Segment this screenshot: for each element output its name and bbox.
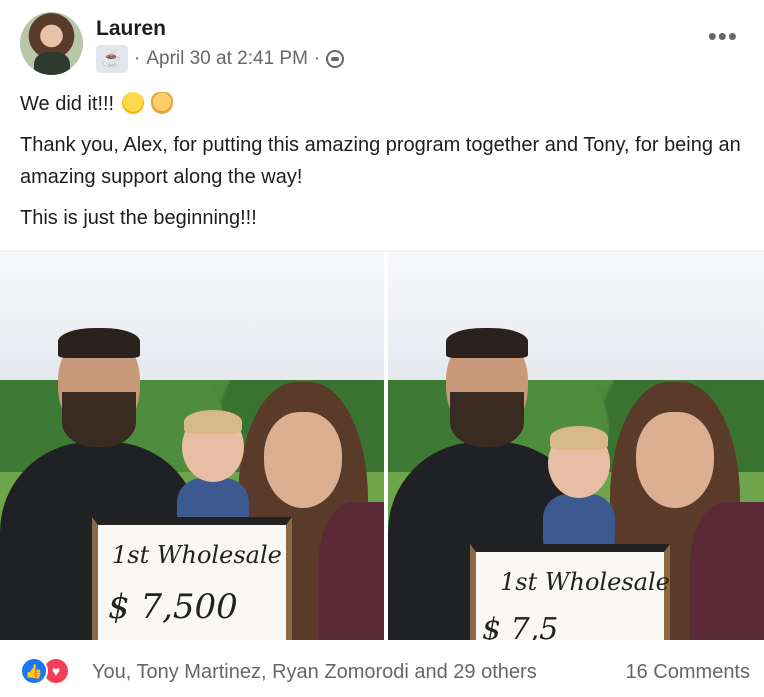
photo-right[interactable]: 1st Wholesale $ 7,5	[388, 252, 764, 640]
meta-separator: ·	[134, 48, 141, 69]
post-text-line1: We did it!!!	[20, 93, 115, 115]
reactions-summary[interactable]: You, Tony Martinez, Ryan Zomorodi and 29…	[92, 661, 537, 684]
more-options-button[interactable]: •••	[708, 23, 738, 49]
post-header: Lauren ☕ · April 30 at 2:41 PM · •••	[0, 0, 764, 84]
reaction-icons[interactable]: 👍 ♥	[20, 657, 80, 685]
grinning-face-icon	[121, 92, 144, 114]
board-line1: 1st Wholesale	[500, 568, 670, 596]
comments-count[interactable]: 16 Comments	[626, 661, 751, 684]
post-timestamp[interactable]: April 30 at 2:41 PM	[146, 48, 308, 70]
coffee-cup-icon[interactable]: ☕	[96, 45, 128, 73]
photo-left[interactable]: 1st Wholesale $ 7,500	[0, 252, 384, 640]
board-line1: 1st Wholesale	[112, 541, 282, 569]
group-audience-icon	[326, 50, 345, 68]
sign-board: 1st Wholesale $ 7,5	[470, 544, 670, 640]
board-line2: $ 7,5	[482, 612, 559, 640]
post-text-line2: Thank you, Alex, for putting this amazin…	[20, 134, 741, 188]
sign-board: 1st Wholesale $ 7,500	[92, 517, 292, 640]
like-icon: 👍	[20, 657, 48, 685]
post-text-line: We did it!!!	[20, 88, 750, 120]
raising-hands-icon	[151, 92, 174, 114]
board-line2: $ 7,500	[108, 587, 238, 627]
meta-separator: ·	[313, 48, 321, 69]
author-name[interactable]: Lauren	[96, 17, 166, 41]
post-text-line3: This is just the beginning!!!	[20, 207, 257, 229]
author-avatar[interactable]	[20, 12, 83, 75]
reactions-bar: 👍 ♥ You, Tony Martinez, Ryan Zomorodi an…	[0, 640, 764, 697]
post-meta: ☕ · April 30 at 2:41 PM ·	[96, 45, 345, 73]
